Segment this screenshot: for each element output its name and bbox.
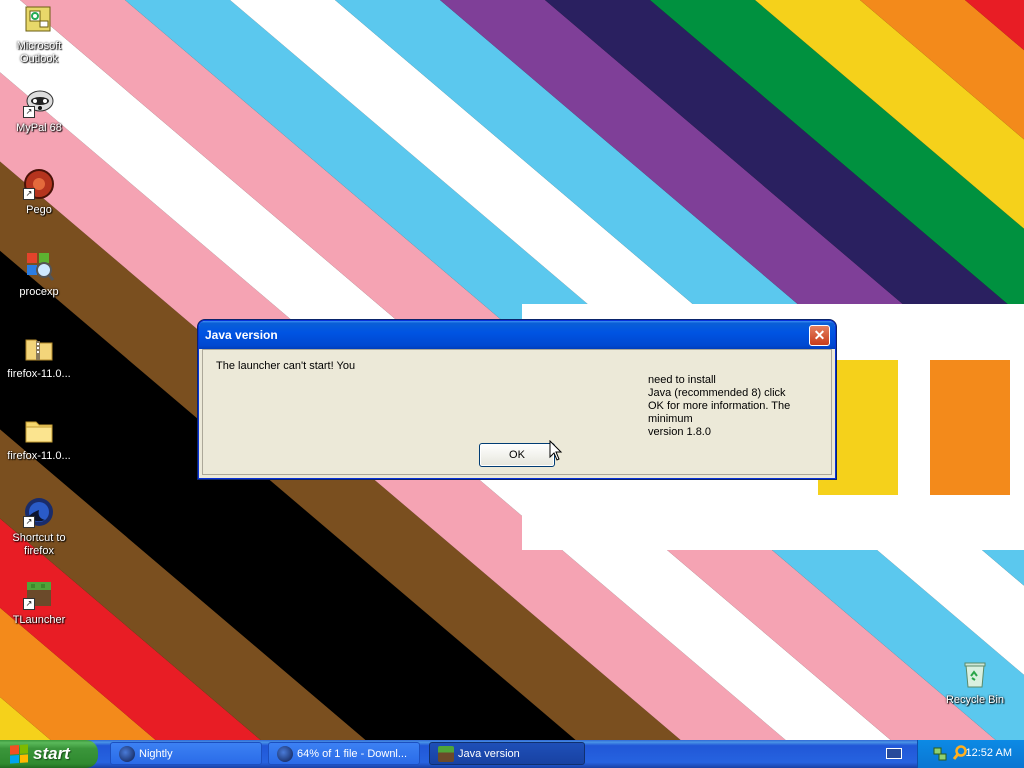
desktop-icon-mypal[interactable]: ↗ MyPal 68 [0,86,78,135]
mypal-icon: ↗ [23,86,55,118]
taskbar-item-label: 64% of 1 file - Downl... [297,747,408,760]
recycle-bin-icon [959,658,991,690]
desktop-icon-pego[interactable]: ↗ Pego [0,168,78,217]
dialog-message-continued: need to install Java (recommended 8) cli… [648,374,831,439]
desktop-icon-firefox-folder[interactable]: firefox-11.0... [0,414,78,463]
desktop-icon-label: Pego [26,204,52,216]
system-tray: 12:52 AM [917,740,1024,768]
nightly-icon [277,745,293,762]
firefox-icon: ↗ [23,496,55,528]
procexp-icon [23,250,55,282]
desktop-icon-label: procexp [19,286,59,298]
taskbar-item-label: Nightly [139,747,173,760]
clock[interactable]: 12:52 AM [966,747,1012,759]
desktop-icon-label: Microsoft Outlook [16,40,62,65]
dialog-message-line: Java (recommended 8) click [648,387,786,399]
desktop-icon-firefox-shortcut[interactable]: ↗ Shortcut to firefox [0,496,78,558]
tlauncher-icon: ↗ [23,578,55,610]
desktop-icon-recycle-bin[interactable]: Recycle Bin [936,658,1014,707]
desktop-icon-label: firefox-11.0... [7,450,71,462]
taskbar: start Nightly 64% of 1 file - Downl... J… [0,740,1024,768]
outlook-icon [23,4,55,36]
java-version-dialog: Java version ✕ The launcher can't start!… [198,320,836,479]
network-icon[interactable] [932,746,948,765]
dialog-client-area: The launcher can't start! You need to in… [202,349,832,475]
desktop-icon-label: TLauncher [12,614,66,626]
close-button[interactable]: ✕ [809,325,830,346]
start-label: start [33,744,70,763]
dialog-title: Java version [205,328,278,342]
pego-icon: ↗ [23,168,55,200]
desktop-icon-procexp[interactable]: procexp [0,250,78,299]
desktop-icon-outlook[interactable]: Microsoft Outlook [0,4,78,66]
tlauncher-icon [438,745,454,762]
shortcut-arrow-icon: ↗ [23,598,35,610]
windows-logo-icon [10,744,28,764]
desktop-icon-tlauncher[interactable]: ↗ TLauncher [0,578,78,627]
desktop-icon-label: firefox-11.0... [7,368,71,380]
wallpaper-letter-block [930,360,1010,495]
zip-folder-icon [23,332,55,364]
taskbar-item-label: Java version [458,747,520,760]
shortcut-arrow-icon: ↗ [23,106,35,118]
folder-icon [23,414,55,446]
desktop-icon-label: Shortcut to firefox [12,532,66,557]
desktop-icon-label: Recycle Bin [945,694,1005,706]
dialog-message-line: version 1.8.0 [648,426,711,438]
shortcut-arrow-icon: ↗ [23,516,35,528]
shortcut-arrow-icon: ↗ [23,188,35,200]
start-button[interactable]: start [0,740,98,768]
taskbar-item-java-version[interactable]: Java version [429,742,585,765]
taskbar-item-nightly[interactable]: Nightly [110,742,262,765]
keyboard-icon[interactable] [886,748,902,759]
dialog-message-line1: The launcher can't start! You [216,360,356,372]
dialog-message-line: need to install [648,374,716,386]
desktop-icon-label: MyPal 68 [16,122,62,134]
ok-button[interactable]: OK [479,443,555,467]
dialog-titlebar[interactable]: Java version [199,321,835,349]
dialog-message-line: OK for more information. The minimum [648,400,791,425]
taskbar-item-download[interactable]: 64% of 1 file - Downl... [268,742,420,765]
nightly-icon [119,745,135,762]
desktop-icon-firefox-zip[interactable]: firefox-11.0... [0,332,78,381]
mouse-pointer-icon [549,439,563,465]
